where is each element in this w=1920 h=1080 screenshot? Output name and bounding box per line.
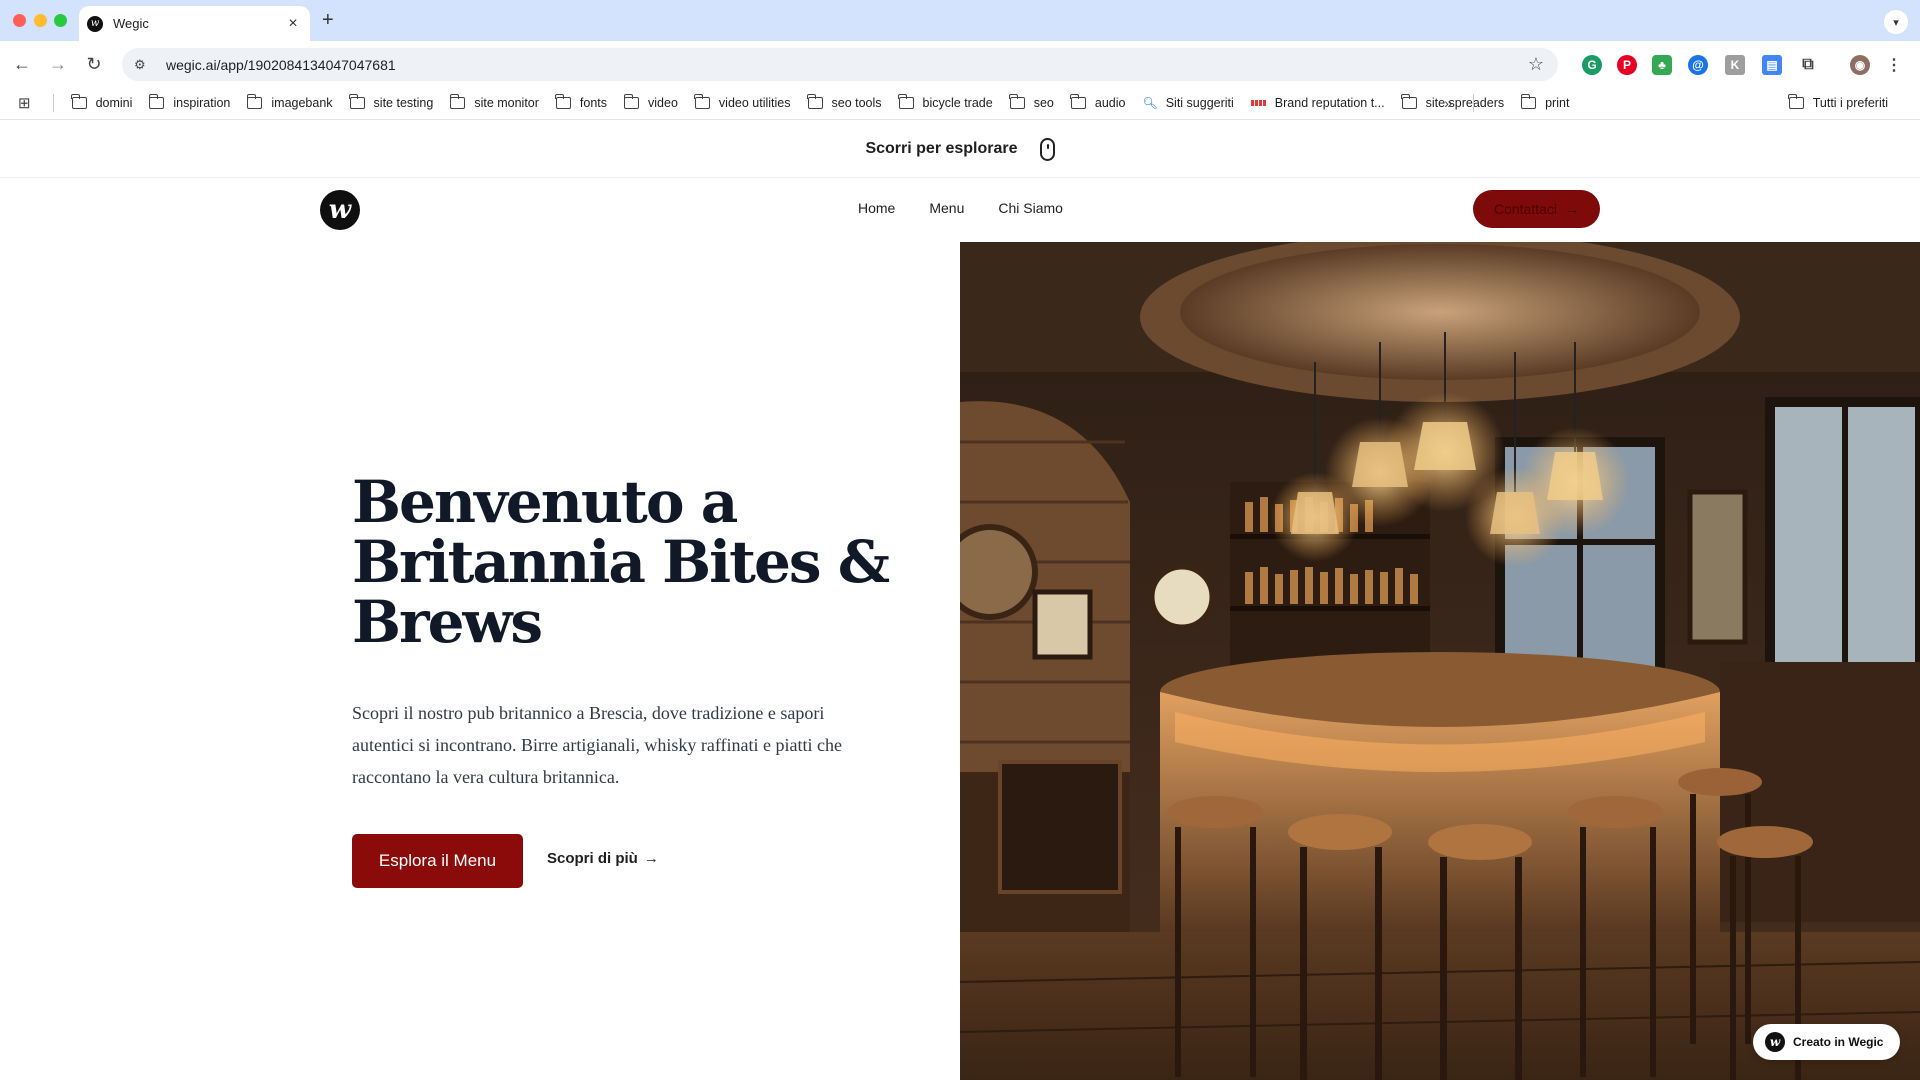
scroll-hint-bar: Scorri per esplorare bbox=[0, 121, 1920, 178]
pinterest-extension-icon[interactable]: P bbox=[1617, 55, 1637, 75]
folder-icon bbox=[349, 94, 365, 109]
site-settings-icon[interactable]: ⚙ bbox=[134, 57, 154, 73]
brand-icon bbox=[1250, 100, 1267, 106]
hero-title: Benvenuto a Britannia Bites & Brews bbox=[352, 468, 890, 656]
folder-icon bbox=[807, 94, 823, 109]
browser-menu-icon[interactable]: ⋮ bbox=[1884, 55, 1904, 75]
search-icon: 🔍︎ bbox=[1142, 96, 1158, 110]
close-window-button[interactable] bbox=[13, 14, 26, 27]
created-in-wegic-badge[interactable]: w Creato in Wegic bbox=[1753, 1024, 1900, 1060]
hero-description: Scopri il nostro pub britannico a Bresci… bbox=[352, 703, 843, 787]
wegic-logo-icon[interactable]: w bbox=[320, 190, 360, 230]
k-extension-icon[interactable]: K bbox=[1725, 55, 1745, 75]
folder-icon bbox=[1788, 94, 1804, 109]
site-nav-links: Home Menu Chi Siamo bbox=[858, 200, 1097, 216]
nav-link-home[interactable]: Home bbox=[858, 200, 895, 216]
bookmark-item[interactable]: site spreaders bbox=[1401, 94, 1504, 110]
pub-interior-illustration bbox=[960, 242, 1920, 1080]
minimize-window-button[interactable] bbox=[34, 14, 47, 27]
folder-icon bbox=[1401, 94, 1417, 109]
folder-icon bbox=[1070, 94, 1086, 109]
folder-icon bbox=[555, 94, 571, 109]
all-bookmarks-folder[interactable]: Tutti i preferiti bbox=[1788, 94, 1888, 110]
new-tab-button[interactable]: + bbox=[322, 9, 334, 32]
mouse-scroll-icon bbox=[1039, 137, 1055, 161]
contact-button[interactable]: Contattaci → bbox=[1473, 190, 1600, 228]
bookmark-item[interactable]: bicycle trade bbox=[898, 94, 993, 110]
folder-icon bbox=[623, 94, 640, 109]
profile-avatar[interactable]: ◉ bbox=[1850, 55, 1870, 75]
folder-icon bbox=[71, 94, 87, 109]
learn-more-link[interactable]: Scopri di più → bbox=[547, 850, 659, 867]
at-sign-extension-icon[interactable]: @ bbox=[1688, 55, 1708, 75]
wegic-logo-icon: w bbox=[1765, 1032, 1785, 1052]
bookmark-item[interactable]: 🔍︎ Siti suggeriti bbox=[1142, 96, 1233, 110]
site-header: w Home Menu Chi Siamo Contattaci → bbox=[0, 178, 1920, 242]
folder-icon bbox=[1009, 94, 1025, 109]
badge-label: Creato in Wegic bbox=[1793, 1035, 1884, 1049]
bookmark-item[interactable]: site monitor bbox=[449, 94, 539, 110]
bookmark-item[interactable]: seo bbox=[1009, 94, 1054, 110]
more-bookmarks-chevron-icon[interactable]: » bbox=[1444, 95, 1452, 111]
browser-tab-strip: w Wegic × + ▾ bbox=[0, 0, 1920, 41]
bookmark-item[interactable]: site testing bbox=[349, 94, 433, 110]
bookmark-item[interactable]: seo tools bbox=[807, 94, 882, 110]
apps-grid-icon[interactable]: ⊞ bbox=[18, 94, 31, 112]
bookmark-item[interactable]: inspiration bbox=[148, 94, 230, 110]
bookmark-item[interactable]: video utilities bbox=[694, 94, 791, 110]
browser-toolbar: ← → ↻ ⚙ wegic.ai/app/1902084134047047681… bbox=[0, 41, 1920, 87]
bookmark-item[interactable]: video bbox=[623, 94, 678, 110]
extensions-puzzle-icon[interactable]: ⧉ bbox=[1798, 55, 1818, 75]
maximize-window-button[interactable] bbox=[54, 14, 67, 27]
bookmark-item[interactable]: imagebank bbox=[246, 94, 333, 110]
url-text[interactable]: wegic.ai/app/1902084134047047681 bbox=[166, 57, 1528, 73]
bookmark-item[interactable]: domini bbox=[71, 94, 132, 110]
bookmark-item[interactable]: Brand reputation t... bbox=[1250, 96, 1385, 110]
explore-menu-button[interactable]: Esplora il Menu bbox=[352, 834, 523, 888]
pub-interior-image bbox=[960, 242, 1920, 1080]
arrow-right-icon: → bbox=[1565, 201, 1580, 217]
wegic-logo-icon: w bbox=[87, 15, 103, 32]
bookmark-item[interactable]: audio bbox=[1070, 94, 1125, 110]
bookmarks-bar: ⊞ domini inspiration imagebank site test… bbox=[0, 87, 1920, 120]
bookmark-item[interactable]: fonts bbox=[555, 94, 607, 110]
tab-search-chevron-icon[interactable]: ▾ bbox=[1884, 10, 1908, 34]
bookmark-item[interactable]: print bbox=[1520, 94, 1569, 110]
bookmark-star-icon[interactable]: ☆ bbox=[1528, 54, 1544, 75]
contact-button-label: Contattaci bbox=[1493, 201, 1558, 217]
grammarly-extension-icon[interactable]: G bbox=[1582, 55, 1602, 75]
scroll-hint-text: Scorri per esplorare bbox=[865, 140, 1018, 157]
folder-icon bbox=[898, 94, 914, 109]
reload-icon[interactable]: ↻ bbox=[81, 51, 107, 77]
forward-arrow-icon[interactable]: → bbox=[45, 51, 71, 77]
bookmarks-divider bbox=[52, 94, 54, 112]
arrow-right-icon: → bbox=[643, 850, 659, 867]
folder-icon bbox=[246, 94, 263, 109]
back-arrow-icon[interactable]: ← bbox=[9, 51, 35, 77]
tab-title: Wegic bbox=[113, 16, 149, 31]
address-bar[interactable]: ⚙ wegic.ai/app/1902084134047047681 ☆ bbox=[122, 48, 1558, 81]
tree-extension-icon[interactable]: ♣ bbox=[1652, 55, 1672, 75]
nav-link-chi-siamo[interactable]: Chi Siamo bbox=[998, 200, 1063, 216]
folder-icon bbox=[694, 94, 710, 109]
close-tab-icon[interactable]: × bbox=[284, 15, 302, 33]
document-extension-icon[interactable]: ▤ bbox=[1762, 55, 1782, 75]
bookmarks-divider bbox=[1473, 94, 1474, 112]
browser-tab[interactable]: w Wegic × bbox=[79, 6, 310, 41]
hero-content: Benvenuto a Britannia Bites & Brews Scop… bbox=[0, 242, 960, 1080]
nav-link-menu[interactable]: Menu bbox=[929, 200, 964, 216]
learn-more-label: Scopri di più bbox=[547, 850, 638, 867]
folder-icon bbox=[1520, 94, 1537, 109]
folder-icon bbox=[148, 94, 165, 109]
folder-icon bbox=[449, 94, 466, 109]
